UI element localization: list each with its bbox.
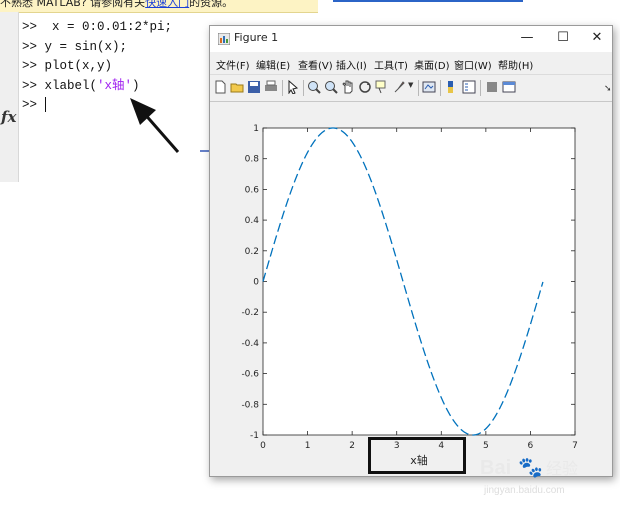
blue-top-divider: [333, 0, 523, 2]
notice-text: 不熟悉 MATLAB? 请参阅有关: [0, 0, 146, 9]
figure-title: Figure 1: [234, 31, 279, 44]
string-literal: 'x轴': [97, 78, 133, 93]
x-tick-label: 0: [260, 441, 266, 451]
command-prompt-active[interactable]: >>: [22, 96, 172, 116]
help-notice-bar: 不熟悉 MATLAB? 请参阅有关快速入门的资源。: [0, 0, 318, 13]
axes-box: [262, 127, 576, 436]
y-tick-label: -0.2: [241, 308, 259, 318]
figure-toolbar: ▼: [210, 74, 612, 102]
command-line: >> plot(x,y): [22, 59, 113, 73]
toolbar-separator: [480, 80, 481, 96]
menu-window[interactable]: 窗口(W): [454, 57, 492, 72]
y-tick-label: -0.8: [241, 400, 259, 410]
command-line: >> xlabel('x轴'): [22, 78, 140, 93]
y-tick-label: -0.6: [241, 370, 259, 380]
toolbar-separator: [303, 80, 304, 96]
rotate-3d-icon[interactable]: [358, 80, 372, 94]
x-tick-label: 7: [572, 441, 578, 451]
figure-menubar: 文件(F) 编辑(E) 查看(V) 插入(I) 工具(T) 桌面(D) 窗口(W…: [210, 53, 612, 94]
hide-plot-tools-icon[interactable]: [485, 80, 499, 94]
open-file-icon[interactable]: [230, 80, 244, 94]
command-window[interactable]: >> x = 0:0.01:2*pi; >> y = sin(x); >> pl…: [22, 18, 172, 116]
x-tick-label: 6: [528, 441, 534, 451]
x-tick-label: 2: [349, 441, 355, 451]
menu-insert[interactable]: 插入(I): [336, 57, 367, 72]
menu-help[interactable]: 帮助(H): [498, 57, 533, 72]
menu-tools[interactable]: 工具(T): [374, 57, 408, 72]
edit-plot-icon[interactable]: [286, 80, 300, 94]
minimize-button[interactable]: —: [510, 26, 544, 52]
insert-colorbar-icon[interactable]: [445, 80, 459, 94]
y-tick-label: 0.2: [245, 247, 259, 257]
watermark-brand: Bai: [480, 457, 511, 479]
y-tick-label: 0.8: [245, 155, 260, 165]
menu-view[interactable]: 查看(V): [298, 57, 333, 72]
watermark-url: jingyan.baidu.com: [483, 485, 565, 496]
y-tick-label: 0.4: [245, 216, 260, 226]
print-icon[interactable]: [264, 80, 278, 94]
paw-icon: 🐾: [518, 457, 543, 479]
plot-canvas[interactable]: 0 1 2 3 4 5 6 710.80.60.40.20-0.2-0.4-0.6-0.8-1…: [210, 101, 612, 476]
figure-titlebar[interactable]: Figure 1 — ☐ ✕: [210, 26, 612, 52]
command-line: >> x = 0:0.01:2*pi;: [22, 20, 173, 34]
y-tick-label: 0: [253, 278, 259, 288]
zoom-out-icon[interactable]: [324, 80, 338, 94]
x-tick-label: 1: [305, 441, 311, 451]
text-cursor: [44, 97, 46, 113]
function-browser-icon[interactable]: fx: [1, 108, 16, 126]
toolbar-separator: [282, 80, 283, 96]
y-tick-label: -1: [250, 431, 259, 441]
y-tick-label: 1: [253, 124, 259, 134]
brush-icon[interactable]: [392, 80, 406, 94]
y-tick-label: -0.4: [241, 339, 259, 349]
menu-file[interactable]: 文件(F): [216, 57, 250, 72]
toolbar-separator: [418, 80, 419, 96]
x-tick-label: 5: [483, 441, 489, 451]
brush-dropdown-icon[interactable]: ▼: [408, 81, 413, 89]
zoom-in-icon[interactable]: [307, 80, 321, 94]
pan-icon[interactable]: [341, 80, 355, 94]
data-cursor-icon[interactable]: [375, 80, 389, 94]
baidu-watermark: Bai 🐾 经验 jingyan.baidu.com: [480, 457, 578, 496]
notice-text-tail: 的资源。: [189, 0, 234, 9]
new-figure-icon[interactable]: [213, 80, 227, 94]
close-button[interactable]: ✕: [580, 26, 614, 52]
menu-edit[interactable]: 编辑(E): [256, 57, 290, 72]
quick-start-link[interactable]: 快速入门: [145, 0, 189, 9]
show-plot-tools-icon[interactable]: [502, 80, 516, 94]
y-tick-label: 0.6: [245, 185, 260, 195]
matlab-figure-icon: [218, 33, 230, 45]
insert-legend-icon[interactable]: [462, 80, 476, 94]
maximize-button[interactable]: ☐: [546, 26, 580, 52]
toolbar-separator: [440, 80, 441, 96]
command-line: >> y = sin(x);: [22, 39, 128, 54]
command-gutter: fx: [0, 12, 19, 182]
watermark-suffix: 经验: [546, 459, 578, 478]
menu-desktop[interactable]: 桌面(D): [414, 57, 450, 72]
save-icon[interactable]: [247, 80, 261, 94]
link-plot-icon[interactable]: [422, 80, 436, 94]
figure-window: Figure 1 — ☐ ✕ 文件(F) 编辑(E) 查看(V) 插入(I) 工…: [209, 25, 613, 477]
xlabel-highlight-box: [368, 437, 466, 474]
